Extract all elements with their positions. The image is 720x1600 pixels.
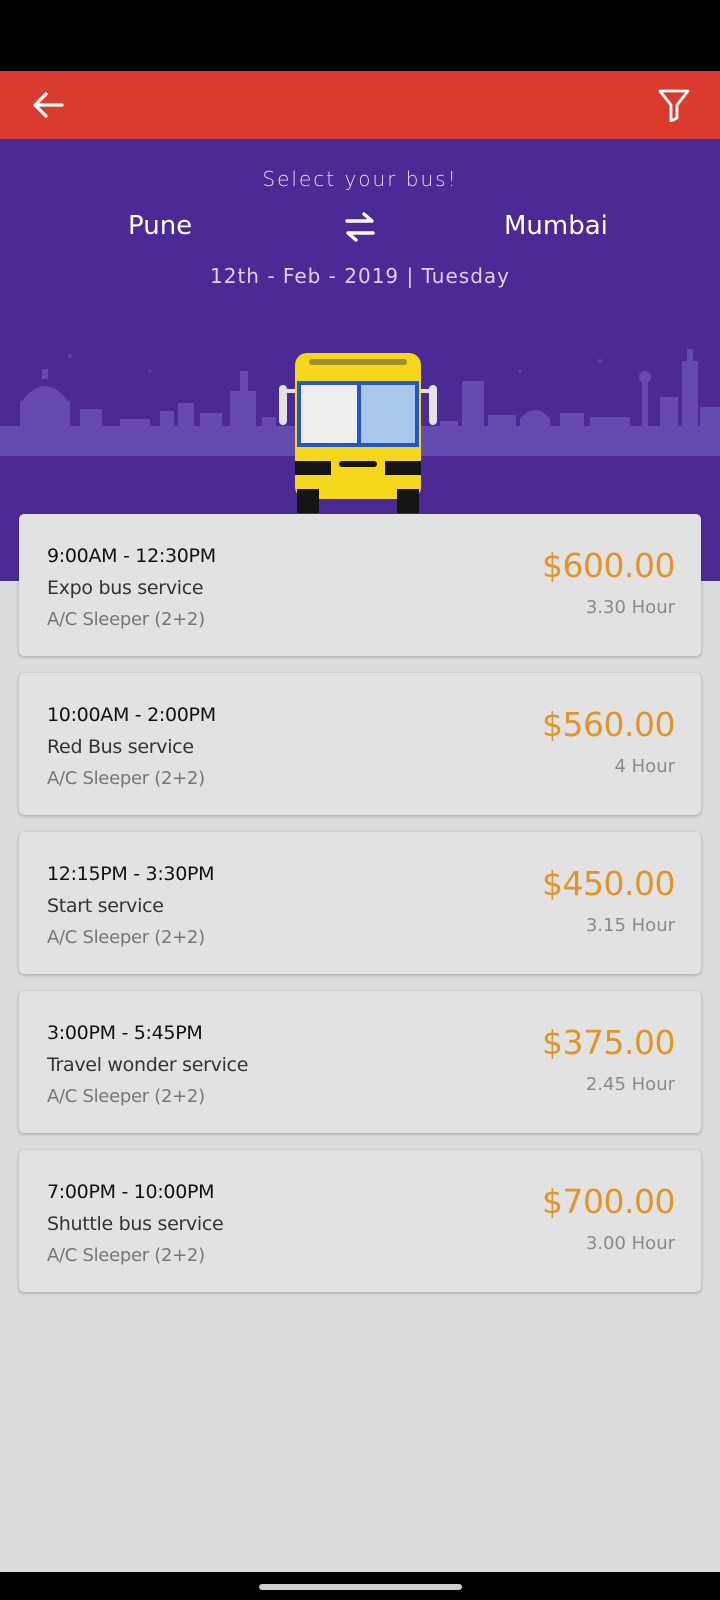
bus-duration: 3.30 Hour <box>585 597 675 618</box>
bus-price: $700.00 <box>542 1182 675 1221</box>
swap-route-button[interactable] <box>341 211 379 245</box>
bus-name: Start service <box>47 895 164 917</box>
arrow-left-icon <box>33 92 64 118</box>
bus-duration: 3.00 Hour <box>585 1233 675 1254</box>
filter-funnel-icon <box>658 89 690 122</box>
bus-name: Red Bus service <box>47 736 194 758</box>
bus-type: A/C Sleeper (2+2) <box>47 609 205 630</box>
from-city: Pune <box>128 211 193 241</box>
bus-card[interactable]: 12:15PM - 3:30PM Start service A/C Sleep… <box>19 832 701 974</box>
bus-type: A/C Sleeper (2+2) <box>47 1245 205 1266</box>
bus-list: 9:00AM - 12:30PM Expo bus service A/C Sl… <box>19 514 701 1309</box>
bus-type: A/C Sleeper (2+2) <box>47 768 205 789</box>
bus-name: Expo bus service <box>47 577 204 599</box>
bus-card[interactable]: 7:00PM - 10:00PM Shuttle bus service A/C… <box>19 1150 701 1292</box>
bus-name: Shuttle bus service <box>47 1213 224 1235</box>
app-bar <box>0 71 720 139</box>
bus-time: 3:00PM - 5:45PM <box>47 1022 203 1044</box>
swap-arrows-icon <box>345 212 375 242</box>
bus-duration: 4 Hour <box>614 756 675 777</box>
home-gesture-handle[interactable] <box>259 1584 462 1590</box>
bus-duration: 2.45 Hour <box>585 1074 675 1095</box>
bus-time: 9:00AM - 12:30PM <box>47 545 216 567</box>
bus-name: Travel wonder service <box>47 1054 249 1076</box>
page-subtitle: Select your bus! <box>262 167 458 191</box>
status-bar <box>0 0 720 71</box>
bus-price: $375.00 <box>542 1023 675 1062</box>
system-navigation-bar <box>0 1572 720 1600</box>
bus-time: 10:00AM - 2:00PM <box>47 704 216 726</box>
to-city: Mumbai <box>504 211 608 241</box>
bus-price: $600.00 <box>542 546 675 585</box>
bus-card[interactable]: 10:00AM - 2:00PM Red Bus service A/C Sle… <box>19 673 701 815</box>
bus-type: A/C Sleeper (2+2) <box>47 1086 205 1107</box>
bus-illustration <box>279 353 437 513</box>
travel-date: 12th - Feb - 2019 | Tuesday <box>210 264 510 288</box>
bus-price: $560.00 <box>542 705 675 744</box>
filter-button[interactable] <box>654 85 694 125</box>
bus-time: 12:15PM - 3:30PM <box>47 863 215 885</box>
bus-card[interactable]: 3:00PM - 5:45PM Travel wonder service A/… <box>19 991 701 1133</box>
bus-time: 7:00PM - 10:00PM <box>47 1181 215 1203</box>
bus-duration: 3.15 Hour <box>585 915 675 936</box>
back-button[interactable] <box>28 87 68 123</box>
bus-price: $450.00 <box>542 864 675 903</box>
bus-type: A/C Sleeper (2+2) <box>47 927 205 948</box>
bus-card[interactable]: 9:00AM - 12:30PM Expo bus service A/C Sl… <box>19 514 701 656</box>
